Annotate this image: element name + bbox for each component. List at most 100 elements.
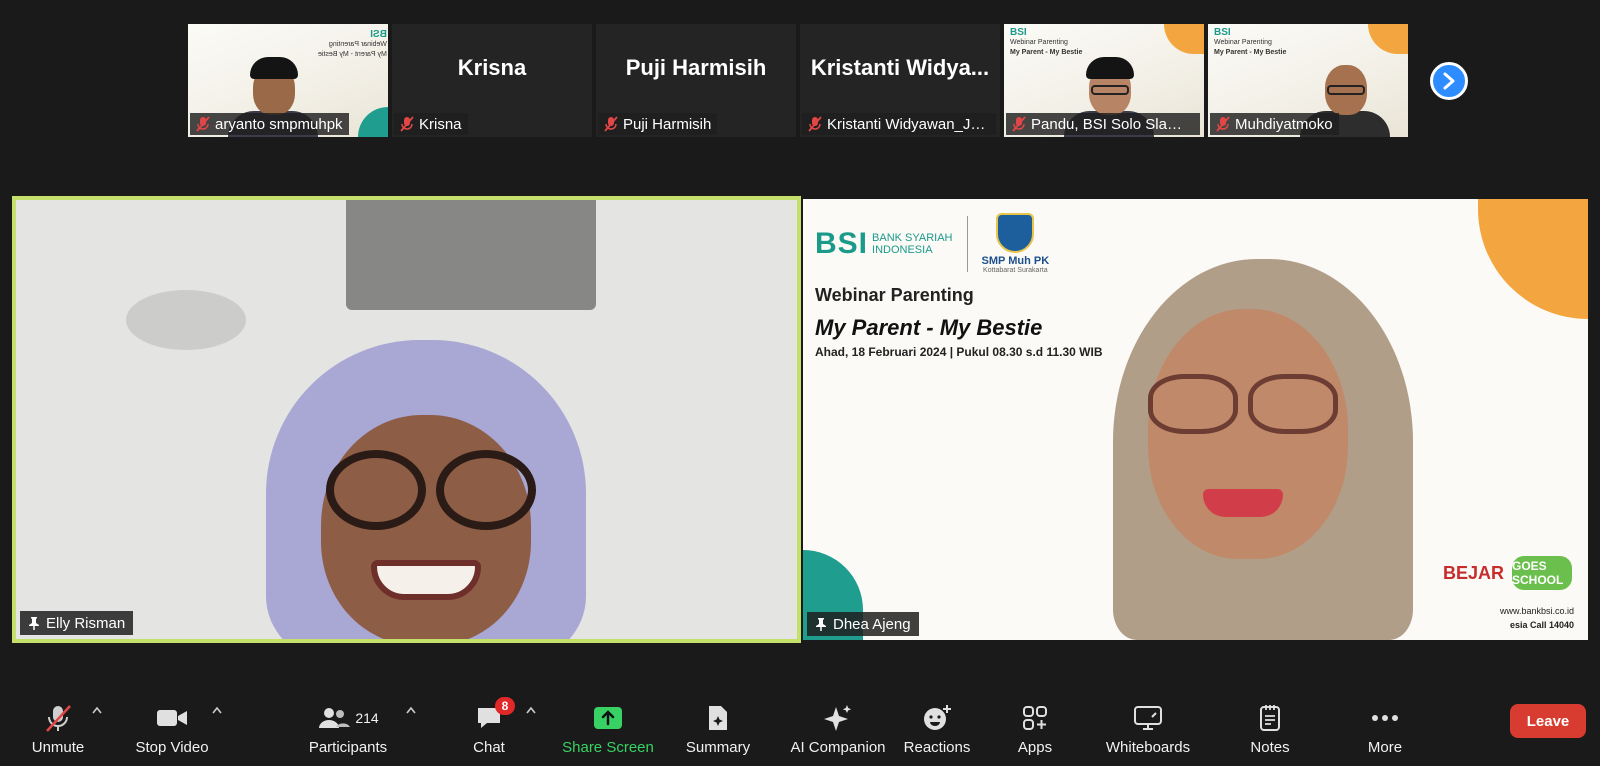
participant-tile-aryanto[interactable]: BSI Webinar Parenting My Parent - My Bes… (188, 24, 388, 137)
participants-count: 214 (355, 710, 379, 726)
apps-button[interactable]: Apps (1010, 690, 1060, 756)
mic-off-icon (196, 116, 210, 132)
participant-name: Puji Harmisih (623, 115, 712, 133)
share-screen-icon (594, 707, 622, 729)
background-shadow (126, 290, 246, 350)
chevron-right-icon (1443, 72, 1455, 90)
chat-button[interactable]: 8 Chat (454, 690, 524, 756)
school-name: SMP Muh PK (981, 255, 1050, 267)
slide-line: Webinar Parenting (1010, 39, 1068, 46)
slide-corner-decor (1478, 199, 1588, 319)
chevron-up-icon[interactable] (212, 706, 222, 714)
divider (966, 215, 968, 272)
participant-tile-kristanti[interactable]: Kristanti Widya... Kristanti Widyawan_JD… (800, 24, 1000, 137)
participants-button[interactable]: 214 Participants (300, 690, 396, 756)
mouth-decor (1203, 489, 1283, 517)
participant-tile-pandu[interactable]: BSI Webinar Parenting My Parent - My Bes… (1004, 24, 1204, 137)
whiteboards-button[interactable]: Whiteboards (1096, 690, 1200, 756)
summary-label: Summary (685, 739, 751, 756)
apps-label: Apps (1017, 739, 1053, 756)
notes-icon (1260, 705, 1280, 731)
active-speaker-tile[interactable]: Elly Risman (12, 196, 801, 643)
meeting-toolbar: Unmute Stop Video 214 Participants 8 Cha… (0, 690, 1600, 766)
participants-icon (319, 708, 351, 728)
slide-line: My Parent - My Bestie (1214, 49, 1287, 56)
participant-name: Elly Risman (46, 614, 126, 632)
chevron-up-icon[interactable] (92, 706, 102, 714)
participant-name-tag: Kristanti Widyawan_JD... (802, 113, 996, 135)
reactions-button[interactable]: Reactions (900, 690, 974, 756)
slide-header: BSI BANK SYARIAH INDONESIA SMP Muh PK Ko… (815, 213, 1049, 274)
whiteboard-icon (1134, 706, 1162, 730)
slide-line: Webinar Parenting (329, 41, 387, 48)
pin-icon (816, 618, 826, 631)
slide-sponsor-logos: BEJAR GOES SCHOOL (1443, 556, 1572, 590)
chevron-up-icon[interactable] (526, 706, 536, 714)
glasses-decor (326, 450, 426, 530)
participant-name: Pandu, BSI Solo Slame... (1031, 115, 1194, 133)
mirrored-slide-text: BSI Webinar Parenting My Parent - My Bes… (318, 29, 387, 60)
mic-off-icon (808, 116, 822, 132)
mic-off-icon (400, 116, 414, 132)
mic-off-icon (604, 116, 618, 132)
share-screen-button[interactable]: Share Screen (558, 690, 658, 756)
next-page-button[interactable] (1430, 62, 1468, 100)
bsi-logo-text: BSI (1010, 27, 1027, 38)
slide-line: Webinar Parenting (1214, 39, 1272, 46)
mic-off-icon (46, 705, 71, 732)
reactions-label: Reactions (903, 739, 971, 756)
slide-corner-decor (358, 107, 388, 137)
mic-off-icon (1216, 116, 1230, 132)
ai-companion-button[interactable]: AI Companion (776, 690, 900, 756)
school-subtitle: Kottabarat Surakarta (983, 267, 1048, 274)
whiteboards-label: Whiteboards (1105, 739, 1191, 756)
participant-display-name: Kristanti Widya... (810, 55, 990, 80)
sparkle-icon (824, 705, 852, 731)
pin-icon (29, 617, 39, 630)
slide-date: Ahad, 18 Februari 2024 | Pukul 08.30 s.d… (815, 345, 1103, 359)
background-frame (346, 200, 596, 310)
slide-line: My Parent - My Bestie (318, 51, 387, 58)
video-camera-icon (157, 710, 187, 726)
unmute-label: Unmute (31, 739, 85, 756)
share-screen-label: Share Screen (562, 739, 654, 756)
presenter-face (1148, 309, 1348, 559)
participant-name-tag: Krisna (394, 113, 468, 135)
participant-name-tag: Puji Harmisih (598, 113, 718, 135)
bsi-logo-text: BSI (370, 29, 387, 40)
speaker-face (321, 415, 531, 639)
more-button[interactable]: More (1360, 690, 1410, 756)
participants-label: Participants (308, 739, 388, 756)
participant-name: Dhea Ajeng (833, 615, 911, 633)
stop-video-label: Stop Video (135, 739, 209, 756)
notes-button[interactable]: Notes (1240, 690, 1300, 756)
more-label: More (1367, 739, 1403, 756)
participant-tile-muhdiyatmoko[interactable]: BSI Webinar Parenting My Parent - My Bes… (1208, 24, 1408, 137)
presenter-tile[interactable]: BSI BANK SYARIAH INDONESIA SMP Muh PK Ko… (803, 199, 1588, 640)
school-logo: SMP Muh PK Kottabarat Surakarta (981, 213, 1050, 274)
chevron-up-icon[interactable] (406, 706, 416, 714)
chat-unread-badge: 8 (495, 697, 515, 715)
slide-thumbnail-text: BSI Webinar Parenting My Parent - My Bes… (1010, 28, 1082, 58)
participant-tile-krisna[interactable]: Krisna Krisna (392, 24, 592, 137)
participant-name: Kristanti Widyawan_JD... (827, 115, 990, 133)
unmute-button[interactable]: Unmute (22, 690, 94, 756)
smiley-add-icon (924, 705, 951, 730)
glasses-decor (1248, 374, 1338, 434)
bsi-logo: BSI (815, 226, 869, 260)
notes-label: Notes (1250, 739, 1290, 756)
participant-tile-puji[interactable]: Puji Harmisih Puji Harmisih (596, 24, 796, 137)
slide-corner-decor (1164, 24, 1204, 54)
stop-video-button[interactable]: Stop Video (128, 690, 216, 756)
participant-name-tag: Dhea Ajeng (807, 612, 919, 636)
participant-name-tag: Muhdiyatmoko (1210, 113, 1339, 135)
slide-corner-decor (1368, 24, 1408, 54)
summary-document-icon (709, 706, 727, 730)
chat-label: Chat (473, 739, 505, 756)
leave-button[interactable]: Leave (1510, 704, 1586, 738)
summary-button[interactable]: Summary (676, 690, 760, 756)
glasses-decor (436, 450, 536, 530)
goes-school-logo: GOES SCHOOL (1512, 556, 1572, 590)
slide-title: Webinar Parenting (815, 285, 974, 305)
bsi-logo-subtitle: BANK SYARIAH INDONESIA (872, 231, 953, 256)
